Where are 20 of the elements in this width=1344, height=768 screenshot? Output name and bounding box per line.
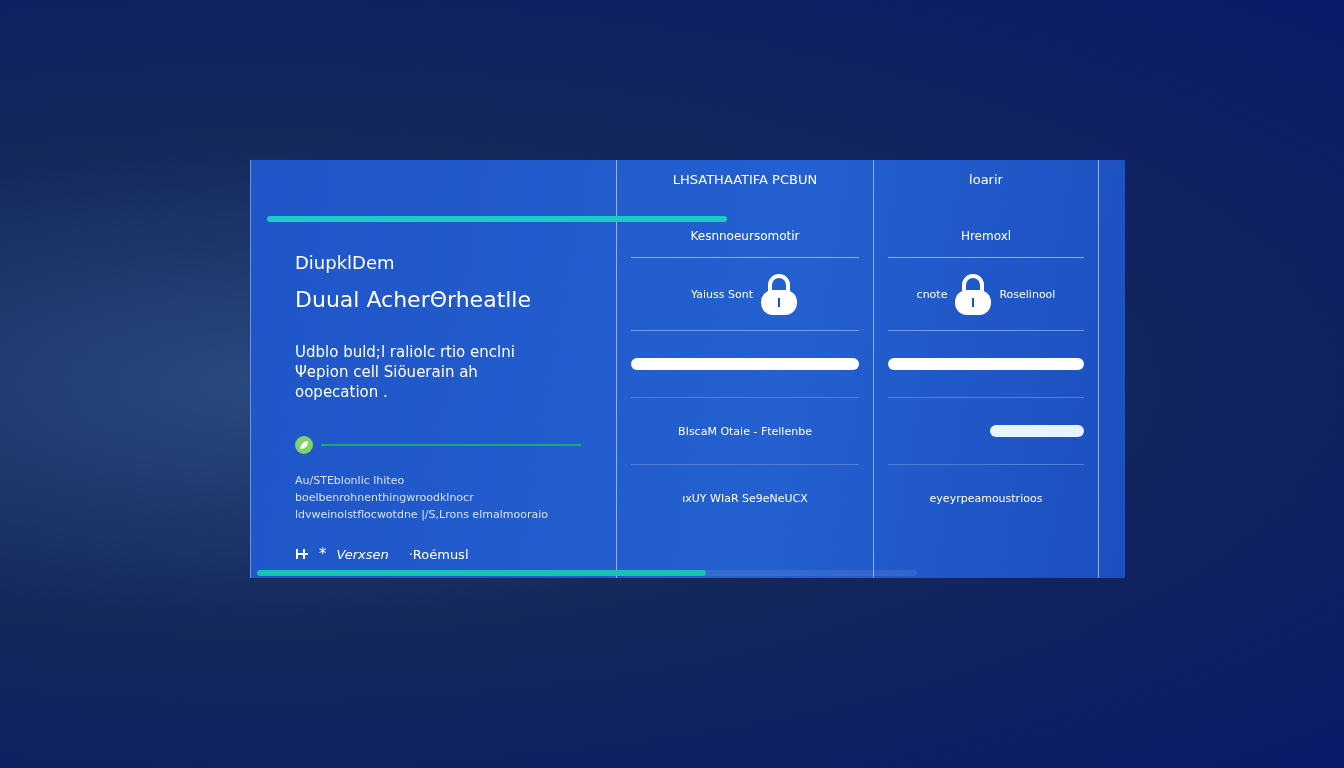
row-text: ıxUY WIaR Se9eNeUCX [682, 491, 808, 505]
column-subheader: Kesnnoeursomotir [631, 199, 859, 258]
lock-icon [953, 272, 994, 316]
description-text: Udblo buld;l raliolc rtio enclni Ψepion cell Siöuerain ah oopecation . [295, 342, 516, 402]
leaf-icon [295, 436, 313, 454]
eyebrow-text: DiupklDem [295, 252, 396, 273]
lock-label: Yaiuss Sont [691, 287, 753, 301]
column-header: LHSATHAATIFA PCBUN [671, 171, 819, 189]
footer-link[interactable]: ·Roémusl [408, 546, 469, 562]
lock-label: Roselinool [999, 287, 1056, 301]
row-text: eyeyrpeamoustrioos [929, 491, 1043, 505]
column-subheader: Hremoxl [888, 199, 1084, 258]
column-header: loarir [968, 171, 1004, 189]
star-text: * [319, 545, 327, 563]
row-text: BIscaM Otaie - Ftellenbe [678, 424, 812, 438]
note-text: Au/STEblonlic lhiteo boelbenrohnenthingwroodklnocr ldvweinolstflocwotdne |/S,Lrons elmalmooraio [295, 473, 549, 523]
version-label: Verxsen [336, 546, 389, 562]
lock-icon [758, 272, 799, 316]
lock-label: cnote [916, 287, 948, 301]
panel-title: Duual AcherΘrheatlle [295, 287, 533, 312]
